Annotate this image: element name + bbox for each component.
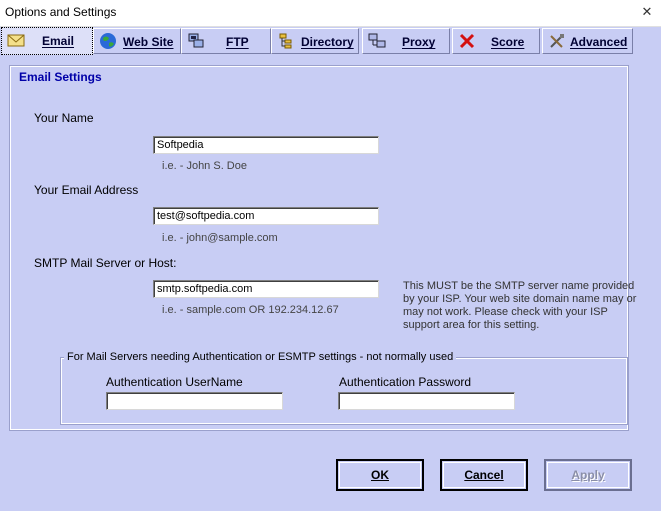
tab-score[interactable]: Score (452, 28, 540, 54)
tab-email-label: Email (42, 34, 75, 48)
title-bar: Options and Settings ✕ (0, 0, 661, 27)
ok-button[interactable]: OK (336, 459, 424, 491)
email-hint: i.e. - john@sample.com (162, 232, 278, 244)
directory-tree-icon (279, 33, 292, 49)
smtp-note: This MUST be the SMTP server name provid… (403, 280, 637, 331)
auth-username-input[interactable] (106, 392, 283, 410)
tab-bar: Email Web Site FTP Directory Proxy Score… (0, 27, 661, 55)
tab-ftp[interactable]: FTP (181, 28, 271, 54)
proxy-network-icon (368, 33, 386, 48)
smtp-hint: i.e. - sample.com OR 192.234.12.67 (162, 304, 339, 316)
smtp-input[interactable] (153, 280, 379, 298)
tab-web-site[interactable]: Web Site (93, 28, 181, 54)
email-input[interactable] (153, 207, 379, 225)
cancel-button-label: Cancel (464, 468, 504, 482)
auth-username-label: Authentication UserName (106, 375, 243, 389)
globe-icon (100, 33, 116, 49)
name-input[interactable] (153, 136, 379, 154)
tab-ftp-label: FTP (226, 35, 249, 49)
ftp-computer-icon (188, 33, 204, 48)
apply-button[interactable]: Apply (544, 459, 632, 491)
email-label: Your Email Address (34, 183, 139, 197)
envelope-icon (7, 34, 25, 47)
tab-advanced-label: Advanced (570, 35, 628, 49)
tab-directory-label: Directory (301, 35, 354, 49)
close-button[interactable]: ✕ (638, 3, 656, 21)
auth-group (60, 357, 628, 425)
apply-button-label: Apply (571, 468, 605, 482)
tab-score-label: Score (491, 35, 525, 49)
tab-web-site-label: Web Site (123, 35, 174, 49)
email-settings-title: Email Settings (16, 70, 105, 84)
tab-advanced[interactable]: Advanced (542, 28, 633, 54)
ok-button-label: OK (371, 468, 389, 482)
auth-password-label: Authentication Password (339, 375, 472, 389)
window-title: Options and Settings (5, 5, 117, 19)
tools-icon (550, 34, 564, 48)
name-label: Your Name (34, 111, 94, 125)
tab-proxy-label: Proxy (402, 35, 436, 49)
cancel-button[interactable]: Cancel (440, 459, 528, 491)
tab-directory[interactable]: Directory (271, 28, 359, 54)
auth-group-title: For Mail Servers needing Authentication … (64, 351, 457, 363)
name-hint: i.e. - John S. Doe (162, 160, 247, 172)
red-x-icon (459, 33, 475, 49)
tab-email[interactable]: Email (1, 27, 93, 55)
tab-proxy[interactable]: Proxy (362, 28, 450, 54)
auth-password-input[interactable] (338, 392, 515, 410)
smtp-label: SMTP Mail Server or Host: (34, 256, 177, 270)
